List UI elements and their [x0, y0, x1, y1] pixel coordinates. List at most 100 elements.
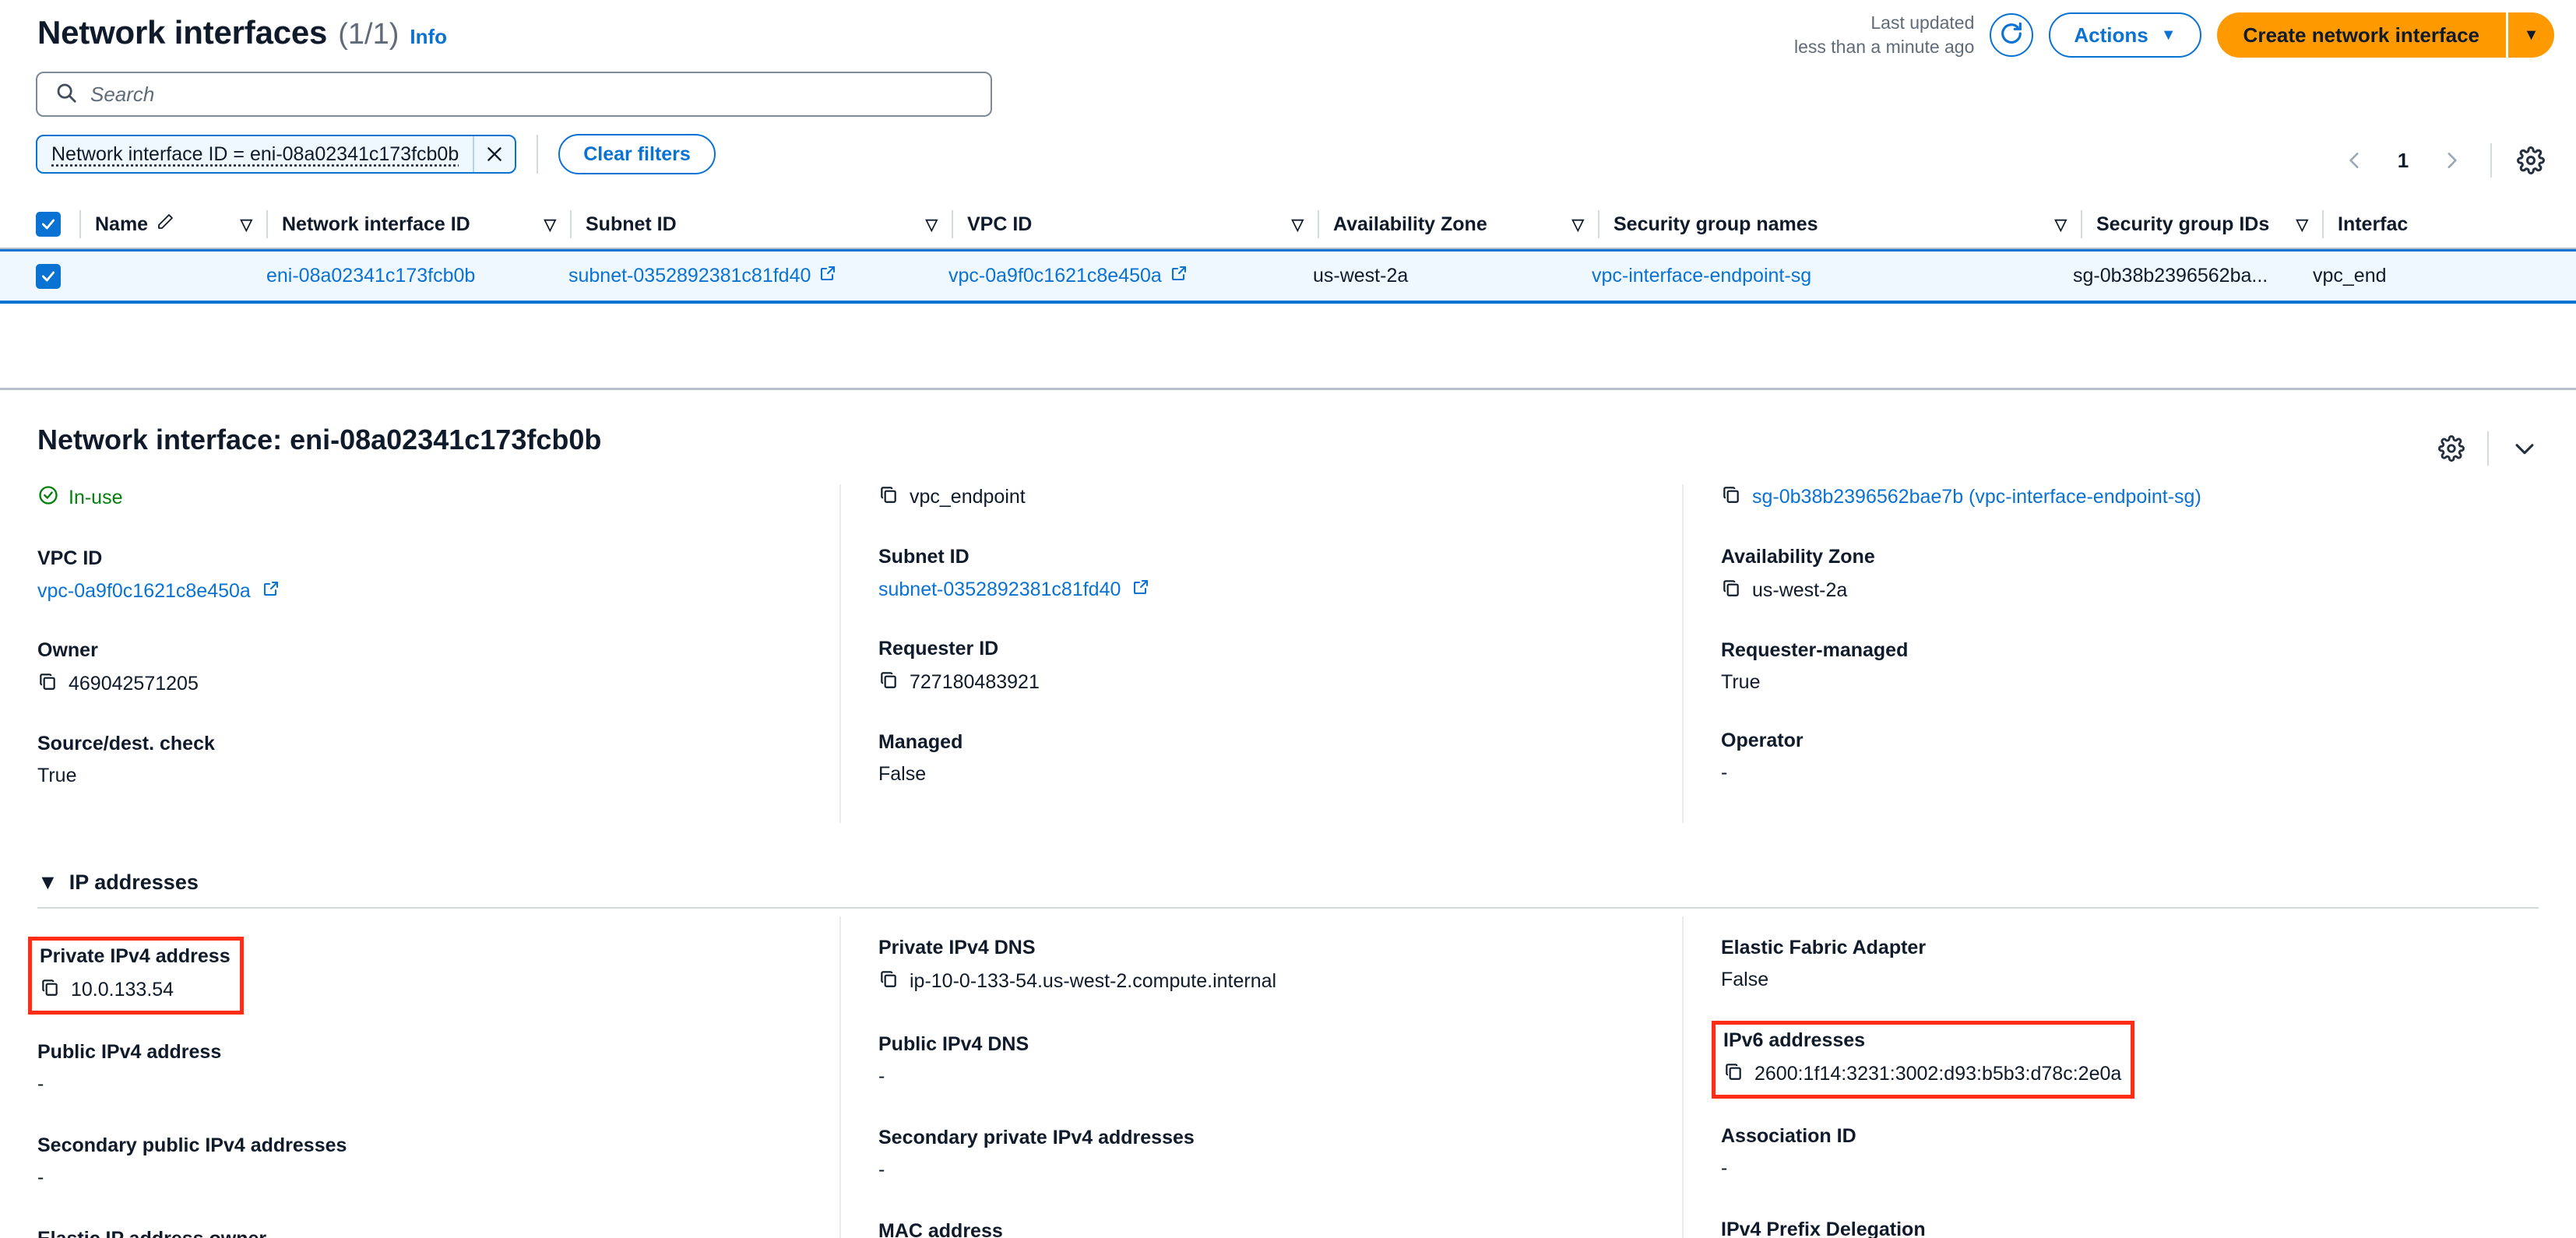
copy-icon[interactable]: [40, 977, 60, 1003]
field-status: In-use: [37, 484, 802, 512]
column-header-vpc-id[interactable]: VPC ID ▽: [967, 200, 1318, 248]
select-all-checkbox[interactable]: [36, 212, 61, 237]
ip-addresses-heading: IP addresses: [69, 870, 199, 894]
row-select-checkbox[interactable]: [36, 263, 61, 289]
field-ipv4-prefix-delegation: IPv4 Prefix Delegation -: [1721, 1219, 2539, 1238]
detail-columns-top: In-use VPC ID vpc-0a9f0c1621c8e450a Owne…: [0, 484, 2576, 823]
network-interface-id-link[interactable]: eni-08a02341c173fcb0b: [266, 265, 475, 287]
last-updated-line1: Last updated: [1870, 12, 1975, 33]
field-mac-address-label: MAC address: [878, 1220, 1003, 1238]
field-source-dest-check-label: Source/dest. check: [37, 733, 215, 754]
field-requester-managed-label: Requester-managed: [1721, 639, 1909, 661]
search-input[interactable]: Search: [36, 72, 992, 117]
refresh-button[interactable]: [1990, 13, 2034, 58]
create-network-interface-button[interactable]: Create network interface: [2216, 12, 2506, 58]
actions-button[interactable]: Actions ▼: [2049, 12, 2201, 58]
owner-text: 469042571205: [69, 673, 199, 695]
external-link-icon[interactable]: [1131, 578, 1150, 602]
security-group-names-link[interactable]: vpc-interface-endpoint-sg: [1592, 265, 1811, 287]
header-divider: [952, 210, 953, 238]
private-ipv4-dns-text: ip-10-0-133-54.us-west-2.compute.interna…: [910, 970, 1277, 992]
external-link-icon[interactable]: [818, 264, 837, 288]
column-header-subnet-id[interactable]: Subnet ID ▽: [586, 200, 952, 248]
ip-addresses-section-toggle[interactable]: ▼ IP addresses: [37, 870, 2539, 895]
table-header-row: Name ▽ Network interface ID ▽ Subnet ID …: [0, 201, 2576, 249]
ip-addresses-section-header-wrap: ▼ IP addresses: [0, 870, 2576, 909]
field-requester-managed-value: True: [1721, 671, 1761, 693]
ipv6-addresses-highlight: IPv6 addresses 2600:1f14:3231:3002:d93:b…: [1712, 1021, 2135, 1099]
sort-icon[interactable]: ▽: [544, 215, 556, 234]
private-ipv4-highlight: Private IPv4 address 10.0.133.54: [28, 937, 244, 1015]
sort-icon[interactable]: ▽: [1292, 215, 1304, 234]
filter-token[interactable]: Network interface ID = eni-08a02341c173f…: [36, 135, 517, 174]
field-owner: Owner 469042571205: [37, 639, 802, 697]
column-header-name[interactable]: Name ▽: [95, 200, 266, 248]
split-panel-divider: [0, 388, 2576, 390]
copy-icon[interactable]: [1721, 484, 1741, 510]
panel-title: Network interface: eni-08a02341c173fcb0b: [37, 424, 602, 455]
header-divider: [1318, 210, 1319, 238]
subnet-id-link[interactable]: subnet-0352892381c81fd40: [878, 579, 1121, 601]
field-requester-id: Requester ID 727180483921: [878, 638, 1645, 695]
panel-collapse-button[interactable]: [2503, 427, 2546, 470]
vpc-id-link[interactable]: vpc-0a9f0c1621c8e450a: [948, 265, 1162, 287]
pagination-page-1[interactable]: 1: [2381, 149, 2425, 173]
field-secondary-private-ipv4-label: Secondary private IPv4 addresses: [878, 1127, 1195, 1148]
pagination-next-button[interactable]: [2430, 139, 2473, 182]
column-header-security-group-names[interactable]: Security group names ▽: [1614, 200, 2081, 248]
external-link-icon[interactable]: [1170, 264, 1188, 288]
subnet-id-link[interactable]: subnet-0352892381c81fd40: [568, 265, 811, 287]
table-row[interactable]: eni-08a02341c173fcb0b subnet-0352892381c…: [0, 249, 2576, 304]
status-check-icon: [37, 484, 59, 512]
field-vpc-id-value: vpc-0a9f0c1621c8e450a: [37, 579, 802, 603]
vpc-id-link[interactable]: vpc-0a9f0c1621c8e450a: [37, 580, 251, 603]
column-header-security-group-ids[interactable]: Security group IDs ▽: [2096, 200, 2322, 248]
panel-actions-divider: [2487, 431, 2489, 466]
cell-vpc-id: vpc-0a9f0c1621c8e450a: [948, 264, 1313, 288]
external-link-icon[interactable]: [262, 579, 280, 603]
sort-icon[interactable]: ▽: [241, 215, 252, 234]
ip-column-2: Private IPv4 DNS ip-10-0-133-54.us-west-…: [839, 916, 1682, 1238]
field-description-value: vpc_endpoint: [878, 484, 1645, 510]
column-header-availability-zone[interactable]: Availability Zone ▽: [1333, 200, 1598, 248]
info-link[interactable]: Info: [410, 25, 447, 49]
sort-icon[interactable]: ▽: [2296, 215, 2308, 234]
description-text: vpc_endpoint: [910, 486, 1026, 508]
clear-filters-button[interactable]: Clear filters: [558, 134, 716, 174]
header-divider: [266, 210, 268, 238]
sort-icon[interactable]: ▽: [1572, 215, 1584, 234]
create-dropdown-button[interactable]: ▼: [2506, 12, 2554, 58]
copy-icon[interactable]: [878, 670, 899, 695]
field-public-ipv4-address-label: Public IPv4 address: [37, 1041, 222, 1063]
copy-icon[interactable]: [1723, 1061, 1744, 1087]
refresh-icon: [1998, 20, 2025, 51]
field-owner-value: 469042571205: [37, 671, 802, 697]
sort-icon[interactable]: ▽: [2055, 215, 2067, 234]
field-subnet-id: Subnet ID subnet-0352892381c81fd40: [878, 546, 1645, 602]
field-private-ipv4-address-value: 10.0.133.54: [40, 977, 231, 1003]
search-placeholder: Search: [90, 82, 155, 106]
column-header-network-interface-id[interactable]: Network interface ID ▽: [282, 200, 570, 248]
field-security-groups-value: sg-0b38b2396562bae7b (vpc-interface-endp…: [1721, 484, 2539, 510]
ip-column-1: Private IPv4 address 10.0.133.54 Public …: [0, 916, 839, 1238]
field-elastic-ip-owner-label: Elastic IP address owner: [37, 1228, 802, 1238]
panel-preferences-button[interactable]: [2430, 427, 2473, 470]
field-vpc-id-label: VPC ID: [37, 547, 103, 569]
pagination-prev-button[interactable]: [2333, 139, 2377, 182]
copy-icon[interactable]: [1721, 578, 1741, 603]
copy-icon[interactable]: [37, 671, 58, 697]
filter-token-remove-button[interactable]: [473, 136, 515, 172]
field-elastic-fabric-adapter-label: Elastic Fabric Adapter: [1721, 937, 1927, 958]
chevron-down-icon: ▼: [2160, 26, 2177, 44]
field-vpc-id: VPC ID vpc-0a9f0c1621c8e450a: [37, 547, 802, 603]
security-group-link[interactable]: sg-0b38b2396562bae7b (vpc-interface-endp…: [1752, 486, 2201, 508]
header-divider: [2081, 210, 2082, 238]
edit-pencil-icon[interactable]: [156, 213, 174, 237]
copy-icon[interactable]: [878, 484, 899, 510]
column-header-interface-type[interactable]: Interfac: [2338, 200, 2493, 248]
sort-icon[interactable]: ▽: [926, 215, 938, 234]
table-preferences-button[interactable]: [2509, 139, 2553, 182]
search-row: Search: [36, 72, 992, 117]
field-requester-managed: Requester-managed True: [1721, 639, 2539, 694]
copy-icon[interactable]: [878, 969, 899, 994]
